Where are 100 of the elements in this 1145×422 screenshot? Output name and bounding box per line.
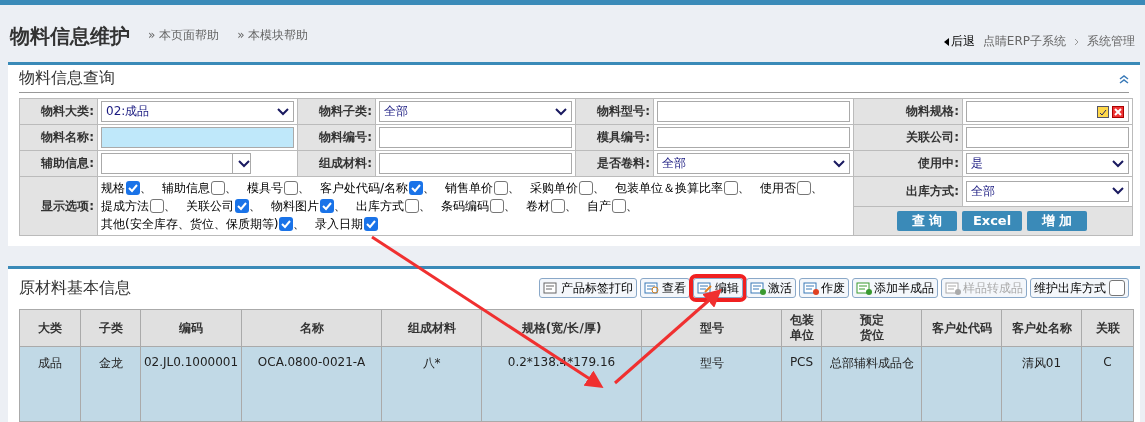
chevron-down-icon xyxy=(555,107,567,116)
field-label: 物料名称: xyxy=(19,124,98,151)
checkbox[interactable] xyxy=(490,199,504,213)
input-field[interactable] xyxy=(379,153,572,174)
checkbox[interactable] xyxy=(279,217,294,231)
option-label: 其他(安全库存、货位、保质期等) xyxy=(101,216,279,233)
checkbox[interactable] xyxy=(405,199,419,213)
field-label: 是否卷料: xyxy=(575,150,654,177)
separator-text: 、 xyxy=(293,216,306,233)
column-header: 预定货位 xyxy=(821,309,922,347)
select-field[interactable]: 全部 xyxy=(966,180,1129,202)
field-label: 出库方式: xyxy=(853,176,963,206)
field-label: 物料型号: xyxy=(575,98,654,125)
separator-text: 、 xyxy=(811,180,824,197)
checkbox[interactable] xyxy=(284,181,298,195)
document-icon xyxy=(803,281,819,295)
document-icon xyxy=(856,281,872,295)
separator-text: 、 xyxy=(738,180,751,197)
option-label: 自产 xyxy=(587,198,611,215)
option-label: 卷材 xyxy=(526,198,550,215)
picker-icon[interactable] xyxy=(1097,105,1109,118)
toolbar-button[interactable]: 作废 xyxy=(799,278,849,298)
column-header: 客户处名称 xyxy=(1001,309,1082,347)
separator-text: 、 xyxy=(504,198,516,215)
checkbox[interactable] xyxy=(409,181,424,195)
chevron-right-icon xyxy=(1074,37,1079,46)
column-header: 型号 xyxy=(641,309,782,347)
page-title: 物料信息维护 xyxy=(10,23,130,50)
select-field[interactable]: 全部 xyxy=(657,153,850,174)
checkbox[interactable] xyxy=(494,181,509,195)
chevron-down-icon xyxy=(1112,159,1124,168)
option-label: 提成方法 xyxy=(101,198,149,215)
input-field[interactable] xyxy=(101,127,294,148)
column-header: 关联 xyxy=(1081,309,1134,347)
toolbar-button[interactable]: 产品标签打印 xyxy=(539,278,637,298)
option-label: 模具号 xyxy=(247,180,283,197)
input-field[interactable] xyxy=(657,101,850,122)
separator-text: 、 xyxy=(298,180,310,197)
breadcrumb-item[interactable]: 系统管理 xyxy=(1087,33,1135,50)
checkbox[interactable] xyxy=(579,181,594,195)
table-cell: C xyxy=(1081,346,1134,422)
help-link[interactable]: » 本页面帮助 xyxy=(148,27,220,44)
toolbar-button[interactable]: 维护出库方式 xyxy=(1030,278,1129,298)
checkbox[interactable] xyxy=(797,181,812,195)
option-label: 客户处代码/名称 xyxy=(320,180,409,197)
checkbox[interactable] xyxy=(126,181,140,195)
select-field[interactable]: 是 xyxy=(966,153,1129,174)
checkbox[interactable] xyxy=(211,181,225,195)
table-cell: 总部辅料成品仓 xyxy=(821,346,922,422)
table-cell: 清风01 xyxy=(1001,346,1082,422)
separator-text: 、 xyxy=(565,198,577,215)
table-cell: 02.JL0.1000001 xyxy=(140,346,242,422)
checkbox[interactable] xyxy=(364,217,379,231)
panel-title: 原材料基本信息 xyxy=(19,277,131,299)
field-label: 物料编号: xyxy=(297,124,376,151)
checkbox[interactable] xyxy=(551,199,565,213)
input-field[interactable] xyxy=(966,101,1129,122)
field-label: 物料规格: xyxy=(853,98,963,125)
checkbox[interactable] xyxy=(612,199,626,213)
clear-icon[interactable] xyxy=(1112,105,1124,118)
option-label: 采购单价 xyxy=(530,180,579,197)
document-icon xyxy=(644,281,660,295)
toolbar-button[interactable]: 添加半成品 xyxy=(852,278,938,298)
separator-text: 、 xyxy=(626,198,638,215)
checkbox[interactable] xyxy=(320,199,334,213)
checkbox[interactable] xyxy=(235,199,249,213)
separator-text: 、 xyxy=(164,198,176,215)
checkbox[interactable] xyxy=(1109,280,1125,296)
help-link[interactable]: » 本模块帮助 xyxy=(237,27,309,44)
checkbox[interactable] xyxy=(150,199,164,213)
chevron-down-icon xyxy=(277,107,289,116)
field-label: 使用中: xyxy=(853,150,963,177)
action-button[interactable]: 增 加 xyxy=(1027,210,1087,231)
collapse-icon[interactable] xyxy=(1119,73,1129,84)
input-field[interactable] xyxy=(379,127,572,148)
document-icon xyxy=(697,281,713,295)
breadcrumb-item[interactable]: 点睛ERP子系统 xyxy=(982,33,1066,50)
action-button[interactable]: 查 询 xyxy=(897,210,957,231)
separator-text: 、 xyxy=(508,180,521,197)
back-link[interactable]: 后退 xyxy=(950,33,975,50)
input-field[interactable] xyxy=(966,127,1129,148)
separator-text: 、 xyxy=(225,180,237,197)
action-button[interactable]: Excel xyxy=(962,210,1022,231)
option-label: 销售单价 xyxy=(445,180,494,197)
checkbox[interactable] xyxy=(724,181,739,195)
separator-text: 、 xyxy=(334,198,346,215)
field-label: 模具编号: xyxy=(575,124,654,151)
combo-field[interactable] xyxy=(101,153,251,174)
option-label: 条码编码 xyxy=(441,198,489,215)
separator-text: 、 xyxy=(593,180,606,197)
column-header: 包装单位 xyxy=(781,309,822,347)
option-label: 辅助信息 xyxy=(162,180,210,197)
input-field[interactable] xyxy=(657,127,850,148)
toolbar-button[interactable]: 激活 xyxy=(746,278,796,298)
select-field[interactable]: 全部 xyxy=(379,101,572,122)
toolbar-button[interactable]: 查看 xyxy=(640,278,690,298)
select-field[interactable]: 02:成品 xyxy=(101,101,294,122)
option-label: 规格 xyxy=(101,180,125,197)
column-header: 组成材料 xyxy=(381,309,482,347)
field-label: 显示选项: xyxy=(19,176,98,236)
